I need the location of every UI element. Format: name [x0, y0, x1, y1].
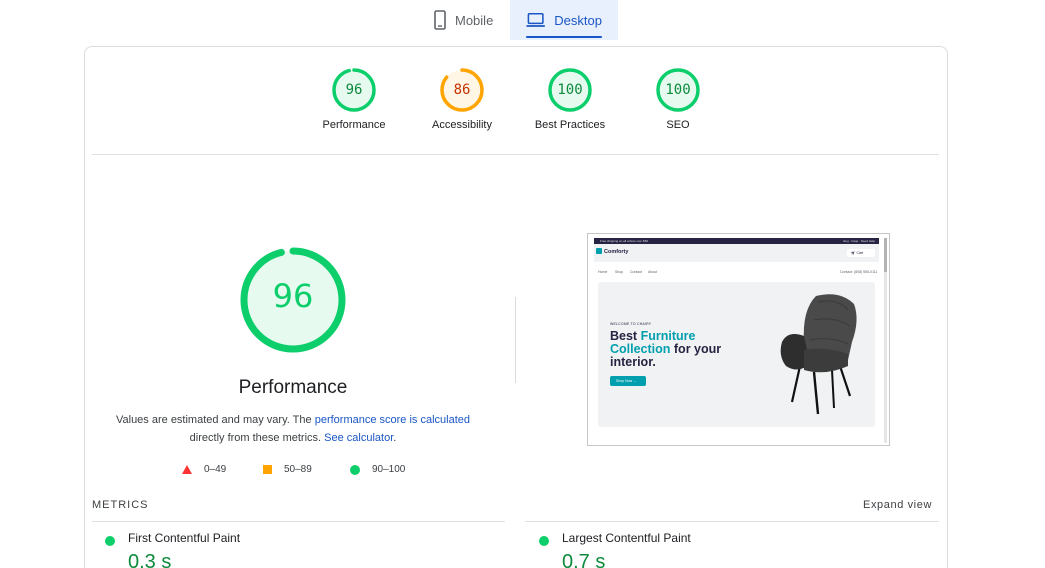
expand-view-button[interactable]: Expand view [863, 499, 932, 511]
preview-topbar-left: Free shipping on all orders over $50 [600, 239, 649, 243]
pass-circle-icon [105, 536, 115, 546]
preview-hero-title: Best Furniture Collection for your interio… [610, 330, 750, 369]
preview-scrollbar [884, 238, 887, 443]
performance-score-link[interactable]: performance score is calculated [315, 414, 470, 426]
performance-note: Values are estimated and may vary. The p… [105, 411, 481, 447]
score-legend: 0–49 50–89 90–100 [85, 464, 505, 478]
pass-circle-icon [539, 536, 549, 546]
best-practices-label: Best Practices [534, 119, 606, 131]
note-text: directly from these metrics. [189, 432, 325, 444]
performance-score: 96 [345, 82, 363, 98]
chair-image [780, 294, 857, 415]
triangle-icon [182, 465, 192, 474]
performance-title: Performance [238, 377, 348, 398]
legend-item-pass: 90–100 [350, 464, 405, 475]
metric-value: 0.3 s [128, 551, 172, 568]
seo-label: SEO [666, 119, 690, 131]
sofa-icon [596, 248, 602, 254]
preview-title-part: for your [670, 342, 722, 356]
laptop-icon [526, 12, 545, 27]
square-icon [263, 465, 272, 474]
performance-label: Performance [322, 119, 386, 131]
best-practices-score-gauge: 100 [547, 67, 593, 113]
accessibility-score: 86 [453, 82, 471, 98]
preview-title-accent: Furniture [640, 329, 696, 343]
preview-nav-item: Shop [615, 270, 624, 274]
metric-name: First Contentful Paint [128, 531, 241, 545]
legend-range: 90–100 [372, 464, 406, 475]
metrics-divider [92, 521, 505, 522]
preview-nav: Home Shop Contact About Contact: (808) 5… [594, 262, 879, 282]
legend-item-average: 50–89 [263, 464, 312, 475]
page-screenshot-preview[interactable]: Free shipping on all orders over $50 Eng… [587, 233, 890, 446]
preview-title-accent: Collection [610, 342, 671, 356]
note-text: . [393, 432, 397, 444]
tab-mobile[interactable]: Mobile [418, 0, 510, 40]
category-scores: 96 Performance 86 Accessibility 100 Best… [85, 67, 947, 147]
accessibility-score-gauge: 86 [439, 67, 485, 113]
category-accessibility[interactable]: 86 Accessibility [407, 67, 517, 131]
performance-main-gauge: 96 [237, 244, 349, 356]
legend-item-fail: 0–49 [182, 464, 226, 475]
metrics-heading: METRICS [92, 499, 149, 511]
seo-score-gauge: 100 [655, 67, 701, 113]
preview-cart: 🛒︎ Cart [847, 249, 875, 257]
see-calculator-link[interactable]: See calculator [324, 432, 393, 444]
preview-header: Comforty 🛒︎ Cart [594, 244, 879, 262]
tab-mobile-label: Mobile [455, 12, 494, 28]
preview-logo: Comforty [604, 249, 629, 255]
preview-topbar-right: Eng · Faqs · Need Help [843, 239, 875, 243]
accessibility-label: Accessibility [432, 119, 492, 131]
legend-range: 50–89 [284, 464, 312, 475]
vertical-divider [515, 297, 516, 383]
report-card: 96 Performance 86 Accessibility 100 Best… [84, 46, 948, 568]
preview-title-part: interior. [610, 355, 656, 369]
seo-score: 100 [665, 82, 691, 98]
performance-main-score: 96 [272, 277, 314, 315]
metrics-divider [525, 521, 939, 522]
preview-nav-item: Contact [630, 270, 643, 274]
circle-icon [350, 464, 360, 475]
legend-range: 0–49 [204, 464, 227, 475]
metric-name: Largest Contentful Paint [562, 531, 691, 545]
preview-title-part: Best [610, 329, 641, 343]
preview-nav-item: Home [598, 270, 608, 274]
preview-contact: Contact: (808) 555-0111 [840, 270, 878, 274]
device-tabs: Mobile Desktop [418, 0, 618, 40]
tab-desktop-label: Desktop [554, 12, 602, 28]
cart-icon: 🛒︎ [851, 251, 856, 255]
category-seo[interactable]: 100 SEO [623, 67, 733, 131]
best-practices-score: 100 [557, 82, 583, 98]
category-performance[interactable]: 96 Performance [299, 67, 409, 131]
note-text: Values are estimated and may vary. The [115, 414, 315, 426]
preview-hero-welcome: WELCOME TO CHAIRY [610, 322, 652, 326]
preview-hero: WELCOME TO CHAIRY Best Furniture Collecti… [598, 282, 875, 427]
section-divider [92, 154, 939, 155]
preview-nav-item: About [648, 270, 658, 274]
preview-shop-button: Shop Now → [610, 376, 646, 386]
preview-cart-label: Cart [856, 251, 864, 255]
performance-score-gauge: 96 [331, 67, 377, 113]
metric-value: 0.7 s [562, 551, 606, 568]
smartphone-icon [434, 10, 446, 30]
tab-desktop[interactable]: Desktop [510, 0, 618, 40]
category-best-practices[interactable]: 100 Best Practices [515, 67, 625, 131]
